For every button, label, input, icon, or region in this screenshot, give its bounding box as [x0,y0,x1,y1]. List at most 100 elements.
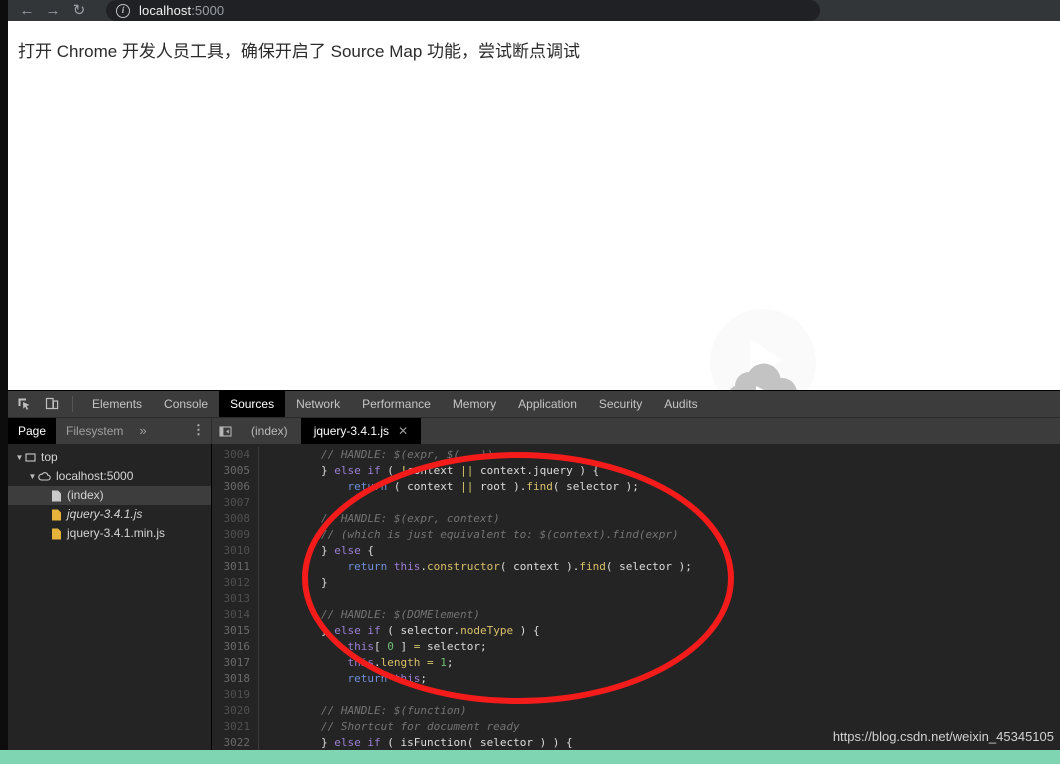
forward-icon[interactable]: → [40,0,66,21]
line-number[interactable]: 3009 [212,527,258,543]
url-port: :5000 [191,3,225,18]
tab-console[interactable]: Console [153,391,219,417]
code-text: } [268,576,328,589]
close-icon[interactable]: ✕ [398,418,408,444]
nav-tab-page[interactable]: Page [8,418,57,444]
code-text: this.length = 1; [347,656,454,669]
tab-audits[interactable]: Audits [653,391,708,417]
navigator-tabbar: Page Filesystem » ⋮ [8,418,212,444]
code-line: 3020 // HANDLE: $(function) [212,703,1060,719]
cloud-icon [38,471,51,482]
editor-tabbar: (index) jquery-3.4.1.js ✕ [212,418,1060,444]
code-text: // HANDLE: $(expr, $(...)) [320,448,494,461]
code-text: return this.constructor( context ).find(… [347,560,692,573]
tree-item-label: (index) [67,488,104,502]
tab-sources[interactable]: Sources [219,391,286,417]
twisty-expanded-icon[interactable]: ▼ [14,448,25,467]
gutter-divider [258,495,259,511]
editor-tab-index[interactable]: (index) [238,418,301,444]
code-line: 3005 } else if ( !context || context.jqu… [212,463,1060,479]
frame-icon [25,452,36,463]
info-circle-icon[interactable]: i [116,3,130,18]
code-line: 3009 // (which is just equivalent to: $(… [212,527,1060,543]
gutter-divider [258,671,259,687]
url-host: localhost [139,3,192,18]
gutter-divider [258,575,259,591]
js-file-icon [51,528,62,540]
gutter-divider [258,543,259,559]
code-line: 3006 return ( context || root ).find( se… [212,479,1060,495]
line-number[interactable]: 3013 [212,591,258,607]
line-number[interactable]: 3010 [212,543,258,559]
line-number[interactable]: 3018 [212,671,258,687]
tree-item-index[interactable]: (index) [8,486,211,505]
twisty-expanded-icon[interactable]: ▼ [27,467,38,486]
reload-icon[interactable]: ↻ [66,0,92,21]
line-number[interactable]: 3017 [212,655,258,671]
browser-toolbar: ← → ↻ i localhost:5000 [0,0,1060,21]
tree-item-top[interactable]: ▼ top [8,448,211,467]
gutter-divider [258,511,259,527]
line-number[interactable]: 3020 [212,703,258,719]
window-left-edge [0,0,8,750]
code-text: // HANDLE: $(function) [320,704,467,717]
nav-tab-filesystem[interactable]: Filesystem [56,418,133,444]
page-viewport: 打开 Chrome 开发人员工具，确保开启了 Source Map 功能，尝试断… [8,21,1060,415]
line-number[interactable]: 3014 [212,607,258,623]
tree-item-label: jquery-3.4.1.min.js [67,526,166,540]
line-number[interactable]: 3021 [212,719,258,735]
code-text: // HANDLE: $(expr, context) [320,512,500,525]
line-number[interactable]: 3008 [212,511,258,527]
code-line: 3018 return this; [212,671,1060,687]
line-number[interactable]: 3012 [212,575,258,591]
tree-item-jquery-3-4-1-js[interactable]: jquery-3.4.1.js [8,505,211,524]
line-number[interactable]: 3007 [212,495,258,511]
tab-memory[interactable]: Memory [442,391,507,417]
gutter-divider [258,623,259,639]
gutter-divider [258,687,259,703]
tree-item-localhost-5000[interactable]: ▼ localhost:5000 [8,467,211,486]
gutter-divider [258,719,259,735]
tab-application[interactable]: Application [507,391,588,417]
editor-tab-jquery-label: jquery-3.4.1.js [313,424,390,438]
editor-tab-jquery[interactable]: jquery-3.4.1.js ✕ [300,418,422,444]
tree-item-label: top [41,450,58,464]
line-number[interactable]: 3022 [212,735,258,751]
tab-performance[interactable]: Performance [351,391,442,417]
line-number[interactable]: 3004 [212,447,258,463]
code-line: 3013 [212,591,1060,607]
code-text: return this; [347,672,427,685]
code-text: this[ 0 ] = selector; [347,640,487,653]
device-toolbar-icon[interactable] [40,392,64,416]
tab-network[interactable]: Network [285,391,351,417]
line-number[interactable]: 3019 [212,687,258,703]
sources-subtoolbar: Page Filesystem » ⋮ (index) jquery-3.4.1… [8,418,1060,444]
code-line: 3004 // HANDLE: $(expr, $(...)) [212,447,1060,463]
tab-elements[interactable]: Elements [81,391,153,417]
navigator-menu-icon[interactable]: ⋮ [192,418,205,444]
code-line: 3012 } [212,575,1060,591]
more-tabs-icon[interactable]: » [133,418,152,444]
page-body-text: 打开 Chrome 开发人员工具，确保开启了 Source Map 功能，尝试断… [18,42,581,61]
line-number[interactable]: 3006 [212,479,258,495]
show-navigator-icon[interactable] [212,418,238,444]
editor-tab-index-label: (index) [251,424,288,438]
code-text: } else { [320,544,374,557]
tab-security[interactable]: Security [588,391,653,417]
line-number[interactable]: 3015 [212,623,258,639]
code-text: // (which is just equivalent to: $(conte… [320,528,679,541]
gutter-divider [258,639,259,655]
code-line: 3017 this.length = 1; [212,655,1060,671]
back-icon[interactable]: ← [14,0,40,21]
bottom-teal-bar [0,750,1060,764]
toolbar-divider [72,396,73,412]
code-editor[interactable]: 3004 // HANDLE: $(expr, $(...)) 3005 } el… [212,444,1060,752]
devtools-panel: Elements Console Sources Network Perform… [8,390,1060,752]
gutter-divider [258,527,259,543]
line-number[interactable]: 3011 [212,559,258,575]
tree-item-jquery-3-4-1-min-js[interactable]: jquery-3.4.1.min.js [8,524,211,543]
line-number[interactable]: 3016 [212,639,258,655]
address-bar[interactable]: i localhost:5000 [106,0,820,21]
inspect-element-icon[interactable] [12,392,36,416]
line-number[interactable]: 3005 [212,463,258,479]
